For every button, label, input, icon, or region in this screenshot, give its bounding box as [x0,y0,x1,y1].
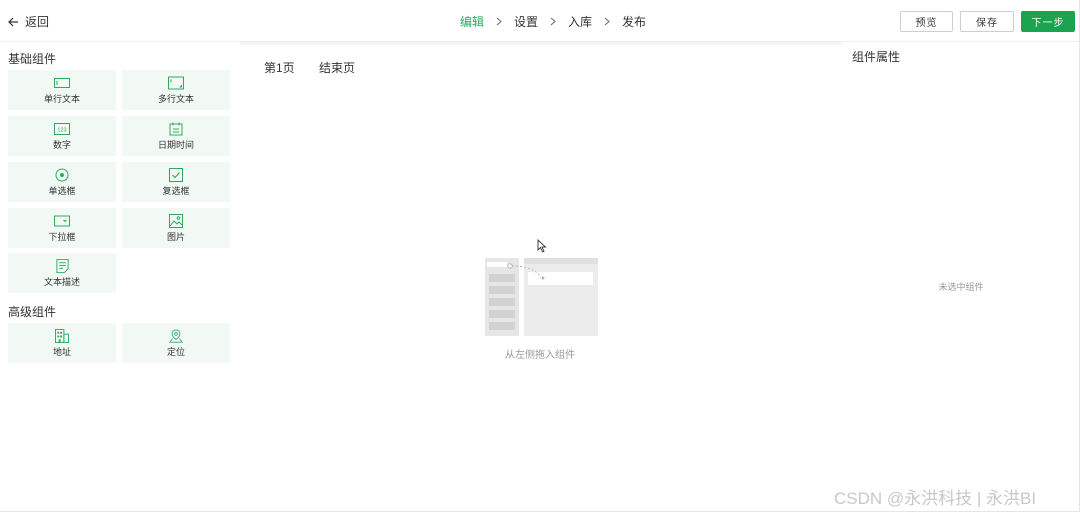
form-canvas[interactable]: 第1页 结束页 从左侧拖入组件 [240,42,842,512]
back-label: 返回 [25,15,50,29]
component-datetime[interactable]: 日期时间 [122,116,230,156]
component-image[interactable]: 图片 [122,208,230,248]
back-button[interactable]: 返回 [8,13,49,30]
text-description-icon [55,259,69,273]
multi-line-text-icon [168,76,184,90]
component-panel: 基础组件 单行文本 多行文本 123 数字 日期时间 单选框 复选框 下拉框 图… [0,42,240,512]
svg-text:123: 123 [57,128,66,134]
dropdown-icon [54,215,70,227]
step-settings[interactable]: 设置 [514,13,538,30]
component-label: 单选框 [48,186,76,196]
component-label: 数字 [52,140,71,150]
tab-end-page[interactable]: 结束页 [319,59,355,76]
radio-icon [55,168,69,182]
drag-placeholder-illustration [485,258,598,336]
component-label: 地址 [52,347,71,357]
single-line-text-icon [54,78,70,88]
watermark: CSDN @永洪科技 | 永洪BI [834,489,1037,508]
component-label: 多行文本 [157,94,194,104]
tab-page-1[interactable]: 第1页 [264,59,295,76]
component-multi-line-text[interactable]: 多行文本 [122,70,230,110]
advanced-components-title: 高级组件 [8,305,57,319]
mouse-cursor-icon [537,239,547,253]
component-radio[interactable]: 单选框 [8,162,116,202]
next-step-button[interactable]: 下一步 [1021,11,1075,32]
component-address[interactable]: 地址 [8,323,116,363]
component-label: 图片 [166,232,185,242]
chevron-right-icon [496,17,502,26]
component-dropdown[interactable]: 下拉框 [8,208,116,248]
top-header: 返回 编辑 设置 入库 发布 预览 保存 下一步 [0,0,1080,42]
image-icon [169,214,183,228]
component-label: 复选框 [162,186,190,196]
location-pin-icon [169,329,183,343]
number-icon: 123 [54,123,70,135]
arrow-left-icon [8,17,18,26]
no-selection-text: 未选中组件 [938,282,984,292]
component-single-line-text[interactable]: 单行文本 [8,70,116,110]
properties-panel: 组件属性 未选中组件 [842,42,1080,512]
chevron-right-icon [550,17,556,26]
chevron-right-icon [604,17,610,26]
component-number[interactable]: 123 数字 [8,116,116,156]
component-checkbox[interactable]: 复选框 [122,162,230,202]
step-breadcrumb: 编辑 设置 入库 发布 [460,13,646,30]
empty-hint: 从左侧拖入组件 [505,350,575,361]
component-label: 下拉框 [48,232,76,242]
checkbox-icon [169,168,183,182]
properties-title: 组件属性 [852,50,901,64]
component-location[interactable]: 定位 [122,323,230,363]
step-publish[interactable]: 发布 [622,13,646,30]
component-label: 日期时间 [157,140,194,150]
calendar-icon [169,122,183,136]
address-building-icon [55,329,69,343]
save-button[interactable]: 保存 [960,11,1014,32]
step-storage[interactable]: 入库 [568,13,592,30]
component-label: 单行文本 [43,94,80,104]
canvas-top-shadow [240,42,842,47]
step-edit[interactable]: 编辑 [460,13,484,30]
component-label: 定位 [166,347,185,357]
component-text-description[interactable]: 文本描述 [8,253,116,293]
component-label: 文本描述 [43,277,80,287]
basic-components-title: 基础组件 [8,52,57,66]
preview-button[interactable]: 预览 [900,11,953,32]
